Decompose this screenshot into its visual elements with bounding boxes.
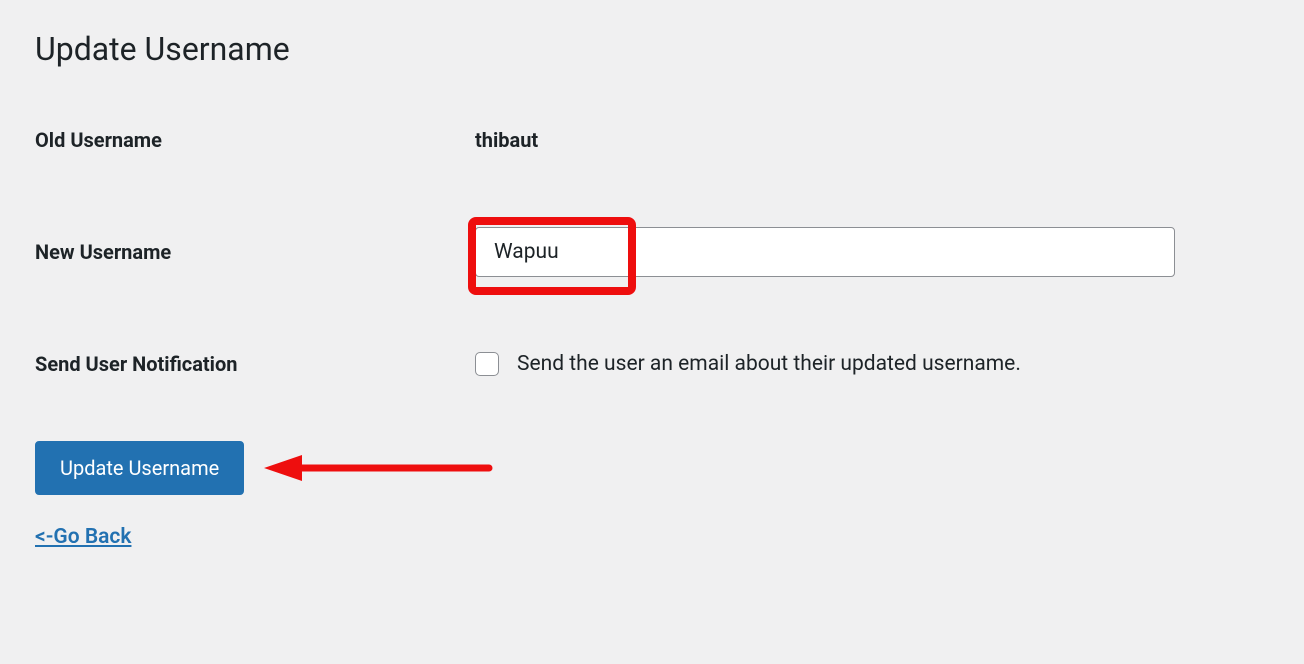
old-username-label: Old Username (35, 128, 475, 152)
old-username-value: thibaut (475, 128, 538, 152)
page-title: Update Username (35, 30, 1269, 68)
notification-row: Send User Notification Send the user an … (35, 352, 1269, 376)
go-back-link[interactable]: <-Go Back (35, 525, 131, 549)
notification-label: Send User Notification (35, 352, 475, 376)
update-username-button[interactable]: Update Username (35, 441, 244, 495)
new-username-row: New Username (35, 227, 1269, 277)
notification-checkbox[interactable] (475, 352, 499, 376)
old-username-row: Old Username thibaut (35, 128, 1269, 152)
new-username-label: New Username (35, 240, 475, 264)
new-username-input[interactable] (475, 227, 1175, 277)
button-row: Update Username (35, 441, 1269, 495)
arrow-annotation (264, 453, 494, 483)
notification-checkbox-label: Send the user an email about their updat… (517, 352, 1021, 376)
